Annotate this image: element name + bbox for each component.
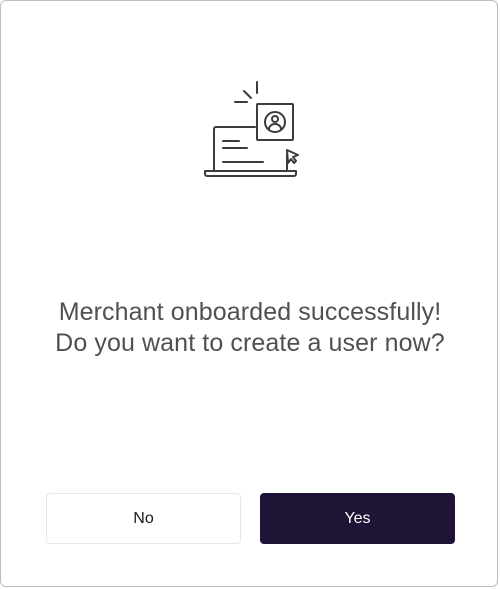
yes-button[interactable]: Yes	[260, 493, 455, 544]
confirmation-dialog: Merchant onboarded successfully! Do you …	[0, 0, 498, 587]
no-button[interactable]: No	[46, 493, 241, 544]
success-message: Merchant onboarded successfully! Do you …	[55, 298, 445, 357]
laptop-user-cursor-icon	[204, 81, 299, 177]
